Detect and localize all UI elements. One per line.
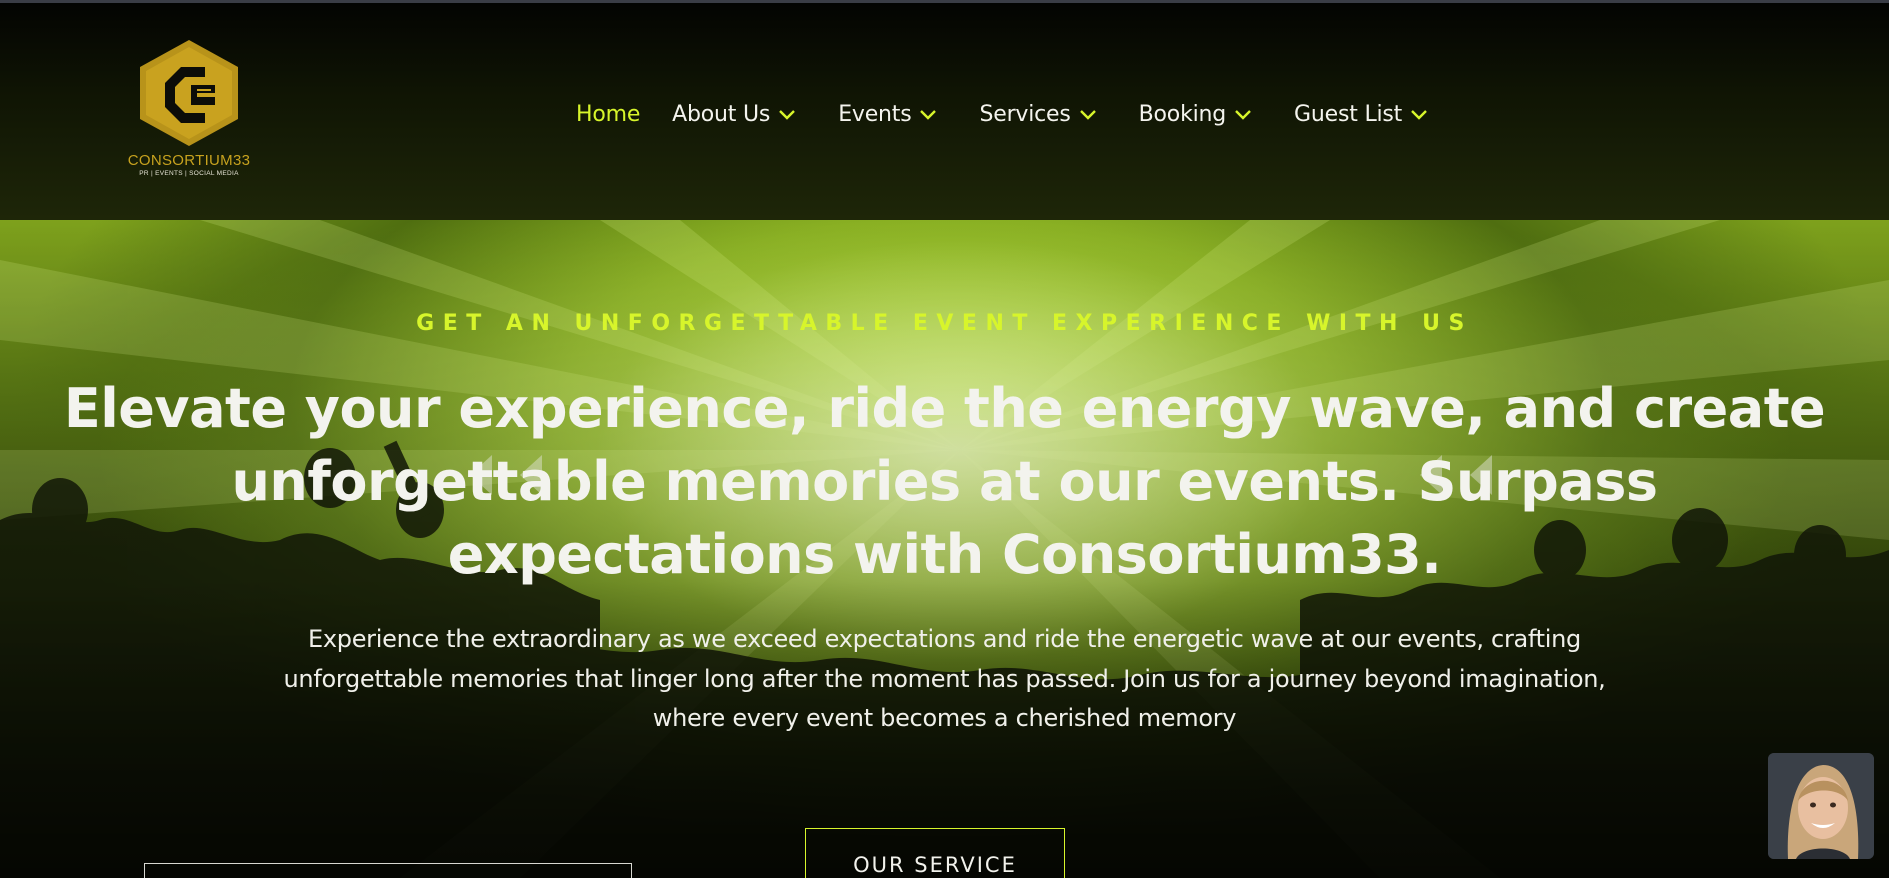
nav-item-label: About Us bbox=[672, 101, 771, 127]
chevron-down-icon bbox=[1234, 108, 1252, 120]
woman-portrait-icon bbox=[1768, 753, 1874, 859]
hero-left-button[interactable] bbox=[144, 863, 632, 878]
nav-item-guest-list[interactable]: Guest List bbox=[1294, 102, 1428, 127]
chevron-down-icon bbox=[1079, 108, 1097, 120]
nav-item-label: Services bbox=[979, 101, 1071, 127]
nav-item-label: Events bbox=[838, 101, 912, 127]
chevron-down-icon bbox=[1410, 108, 1428, 120]
nav-item-label: Home bbox=[576, 101, 641, 127]
chevron-down-icon bbox=[778, 108, 796, 120]
brand-name: CONSORTIUM33 bbox=[127, 152, 251, 169]
brand-tagline: PR | EVENTS | SOCIAL MEDIA bbox=[139, 170, 239, 177]
our-service-button[interactable]: OUR SERVICE bbox=[805, 828, 1065, 878]
nav-item-about-us[interactable]: About Us bbox=[672, 102, 796, 127]
hero-title: Elevate your experience, ride the energy… bbox=[63, 377, 1826, 586]
hero-section: GET AN UNFORGETTABLE EVENT EXPERIENCE WI… bbox=[0, 220, 1889, 878]
chevron-down-icon bbox=[919, 108, 937, 120]
nav-item-booking[interactable]: Booking bbox=[1139, 102, 1252, 127]
hero-subtitle: GET AN UNFORGETTABLE EVENT EXPERIENCE WI… bbox=[416, 311, 1473, 336]
nav-item-home[interactable]: Home bbox=[576, 102, 640, 127]
chat-agent-avatar[interactable] bbox=[1768, 753, 1874, 859]
nav-item-label: Guest List bbox=[1294, 101, 1403, 127]
nav-item-services[interactable]: Services bbox=[979, 102, 1096, 127]
site-header: CONSORTIUM33 PR | EVENTS | SOCIAL MEDIA … bbox=[0, 3, 1889, 220]
hero-description: Experience the extraordinary as we excee… bbox=[283, 625, 1606, 732]
nav-item-label: Booking bbox=[1138, 101, 1227, 127]
hexagon-logo-icon bbox=[140, 40, 238, 146]
main-nav: Home About Us Events Services Booking Gu… bbox=[576, 97, 1428, 131]
nav-item-events[interactable]: Events bbox=[838, 102, 937, 127]
brand-logo[interactable]: CONSORTIUM33 PR | EVENTS | SOCIAL MEDIA bbox=[118, 37, 260, 195]
